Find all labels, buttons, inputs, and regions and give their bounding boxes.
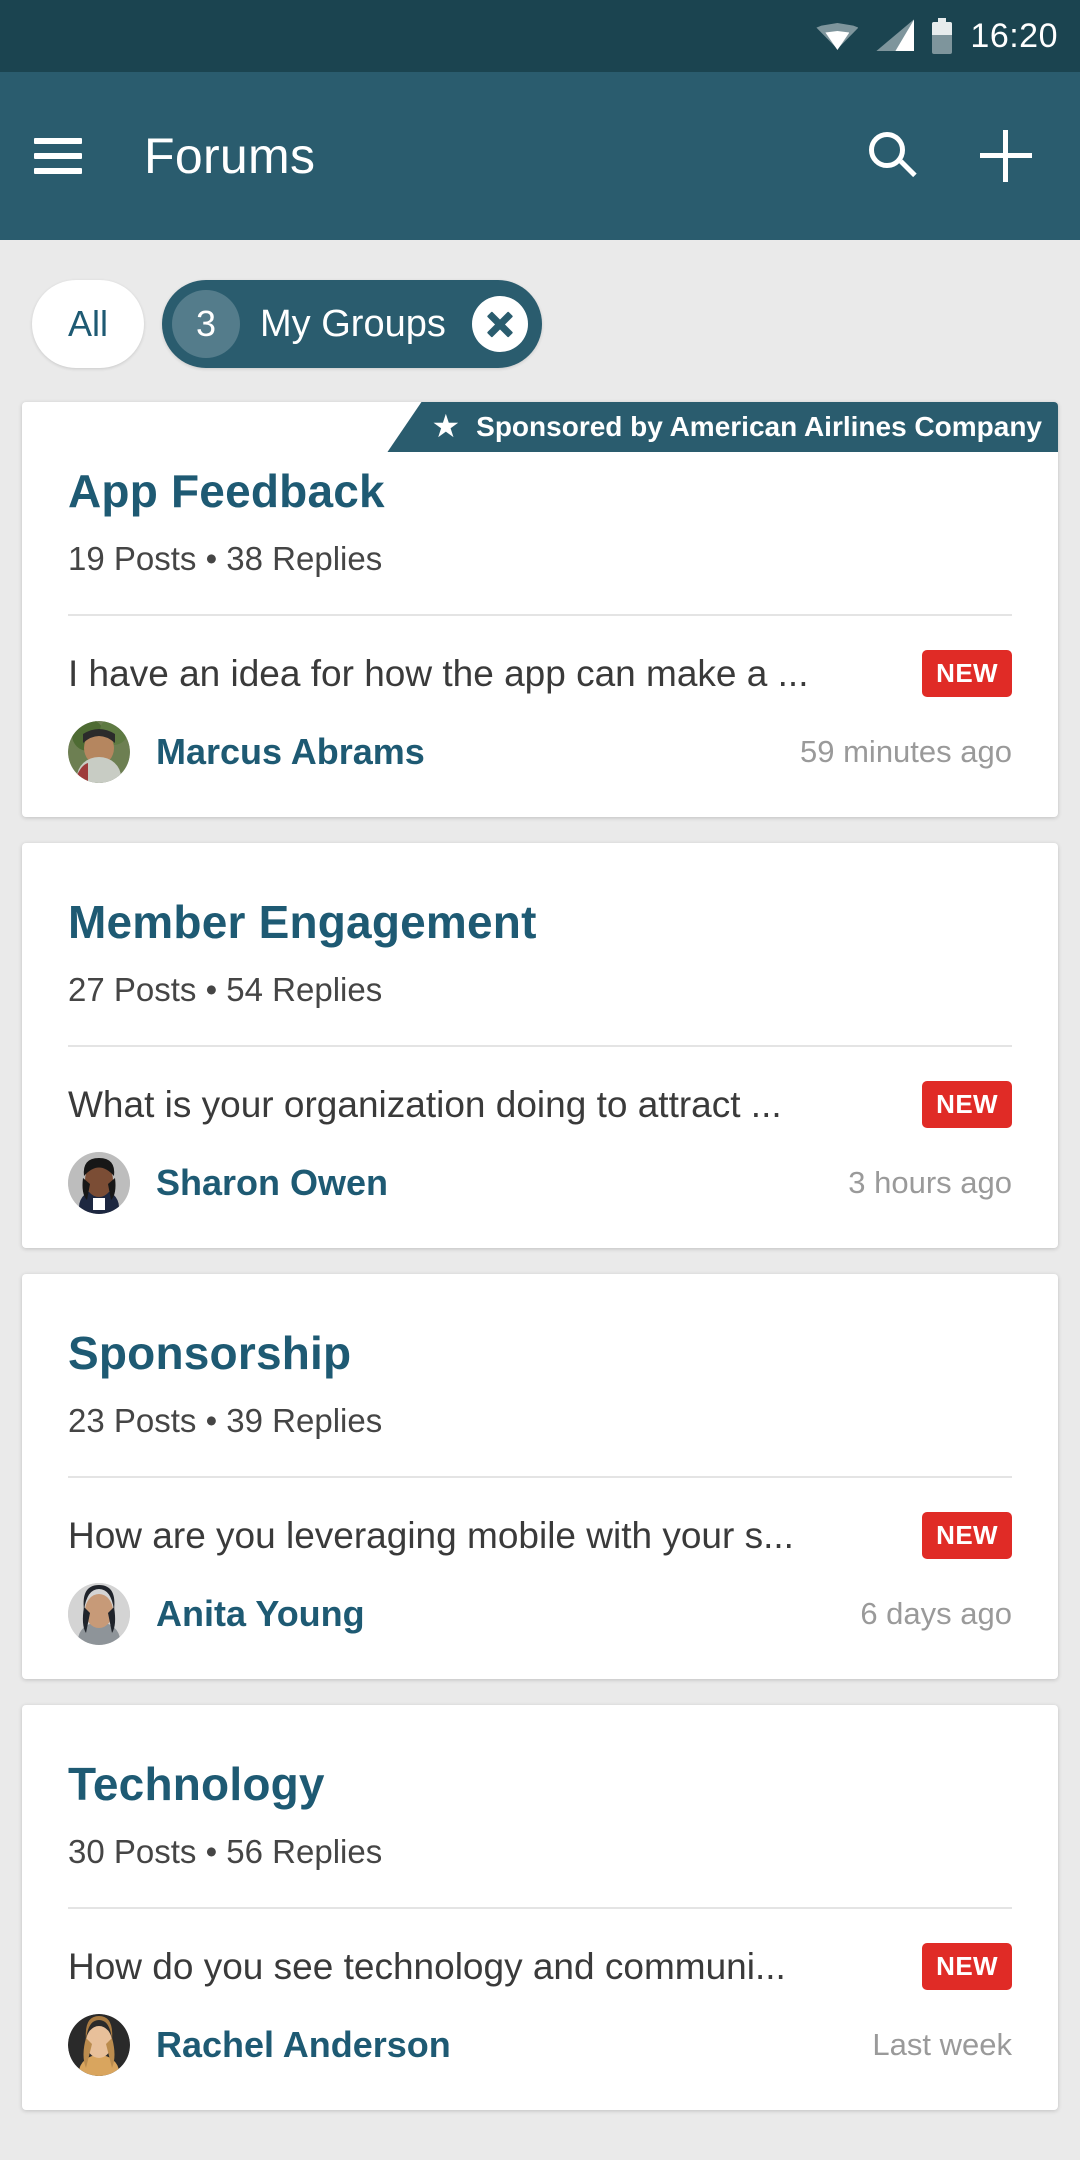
- plus-icon[interactable]: [980, 130, 1032, 182]
- forum-card[interactable]: ★ Sponsored by American Airlines Company…: [22, 402, 1058, 817]
- latest-post[interactable]: How do you see technology and communi...…: [22, 1909, 1058, 2110]
- forum-card-header: Member Engagement 27 Posts • 54 Replies: [22, 843, 1058, 1009]
- search-icon[interactable]: [866, 130, 918, 182]
- signal-icon: [876, 19, 915, 53]
- filter-chip-my-groups[interactable]: 3 My Groups: [162, 280, 542, 368]
- post-title-line: What is your organization doing to attra…: [68, 1081, 1012, 1128]
- post-title-line: How are you leveraging mobile with your …: [68, 1512, 1012, 1559]
- avatar: [68, 721, 130, 783]
- post-meta: Rachel Anderson Last week: [68, 2014, 1012, 2076]
- avatar: [68, 1152, 130, 1214]
- post-timestamp: 3 hours ago: [848, 1165, 1012, 1200]
- forum-stats: 19 Posts • 38 Replies: [68, 540, 383, 577]
- post-meta: Sharon Owen 3 hours ago: [68, 1152, 1012, 1214]
- post-meta: Anita Young 6 days ago: [68, 1583, 1012, 1645]
- forum-stats: 30 Posts • 56 Replies: [68, 1833, 383, 1870]
- status-bar-clock: 16:20: [970, 16, 1058, 55]
- latest-post[interactable]: I have an idea for how the app can make …: [22, 616, 1058, 817]
- avatar: [68, 1583, 130, 1645]
- post-author[interactable]: Sharon Owen: [156, 1162, 848, 1204]
- post-timestamp: Last week: [872, 2027, 1012, 2062]
- post-title[interactable]: How are you leveraging mobile with your …: [68, 1515, 904, 1557]
- avatar: [68, 2014, 130, 2076]
- post-title[interactable]: How do you see technology and communi...: [68, 1946, 904, 1988]
- status-badge: NEW: [922, 1081, 1012, 1128]
- forum-list: ★ Sponsored by American Airlines Company…: [0, 402, 1080, 2110]
- post-meta: Marcus Abrams 59 minutes ago: [68, 721, 1012, 783]
- hamburger-menu-icon[interactable]: [34, 138, 82, 174]
- app-bar: Forums: [0, 72, 1080, 240]
- post-title[interactable]: What is your organization doing to attra…: [68, 1084, 904, 1126]
- status-badge: NEW: [922, 1512, 1012, 1559]
- forum-title[interactable]: App Feedback: [68, 464, 1012, 518]
- latest-post[interactable]: What is your organization doing to attra…: [22, 1047, 1058, 1248]
- wifi-icon: [816, 19, 859, 53]
- page-title: Forums: [144, 128, 316, 184]
- close-icon[interactable]: [471, 296, 528, 352]
- post-title-line: How do you see technology and communi...…: [68, 1943, 1012, 1990]
- star-icon: ★: [431, 408, 461, 444]
- sponsored-ribbon: ★ Sponsored by American Airlines Company: [387, 402, 1058, 452]
- sponsored-label: Sponsored by American Airlines Company: [476, 411, 1042, 442]
- filter-chip-my-groups-label: My Groups: [260, 302, 446, 345]
- filter-chip-all[interactable]: All: [32, 280, 145, 368]
- forum-stats: 23 Posts • 39 Replies: [68, 1402, 383, 1439]
- forum-title[interactable]: Sponsorship: [68, 1326, 1012, 1380]
- forum-card[interactable]: Technology 30 Posts • 56 Replies How do …: [22, 1705, 1058, 2110]
- filter-chip-all-label: All: [68, 303, 109, 344]
- status-badge: NEW: [922, 650, 1012, 697]
- forum-card-header: Technology 30 Posts • 56 Replies: [22, 1705, 1058, 1871]
- my-groups-count-badge: 3: [172, 290, 241, 358]
- post-author[interactable]: Marcus Abrams: [156, 731, 800, 773]
- forum-card[interactable]: Sponsorship 23 Posts • 39 Replies How ar…: [22, 1274, 1058, 1679]
- post-timestamp: 59 minutes ago: [800, 734, 1012, 769]
- forum-card-header: Sponsorship 23 Posts • 39 Replies: [22, 1274, 1058, 1440]
- post-author[interactable]: Rachel Anderson: [156, 2024, 872, 2066]
- post-author[interactable]: Anita Young: [156, 1593, 860, 1635]
- forum-title[interactable]: Member Engagement: [68, 895, 1012, 949]
- forum-stats: 27 Posts • 54 Replies: [68, 971, 383, 1008]
- battery-icon: [932, 18, 953, 54]
- filter-chip-row: All 3 My Groups: [0, 240, 1080, 402]
- forum-title[interactable]: Technology: [68, 1757, 1012, 1811]
- latest-post[interactable]: How are you leveraging mobile with your …: [22, 1478, 1058, 1679]
- status-badge: NEW: [922, 1943, 1012, 1990]
- post-title-line: I have an idea for how the app can make …: [68, 650, 1012, 697]
- post-title[interactable]: I have an idea for how the app can make …: [68, 653, 904, 695]
- post-timestamp: 6 days ago: [860, 1596, 1012, 1631]
- status-bar: 16:20: [0, 0, 1080, 72]
- forum-card[interactable]: Member Engagement 27 Posts • 54 Replies …: [22, 843, 1058, 1248]
